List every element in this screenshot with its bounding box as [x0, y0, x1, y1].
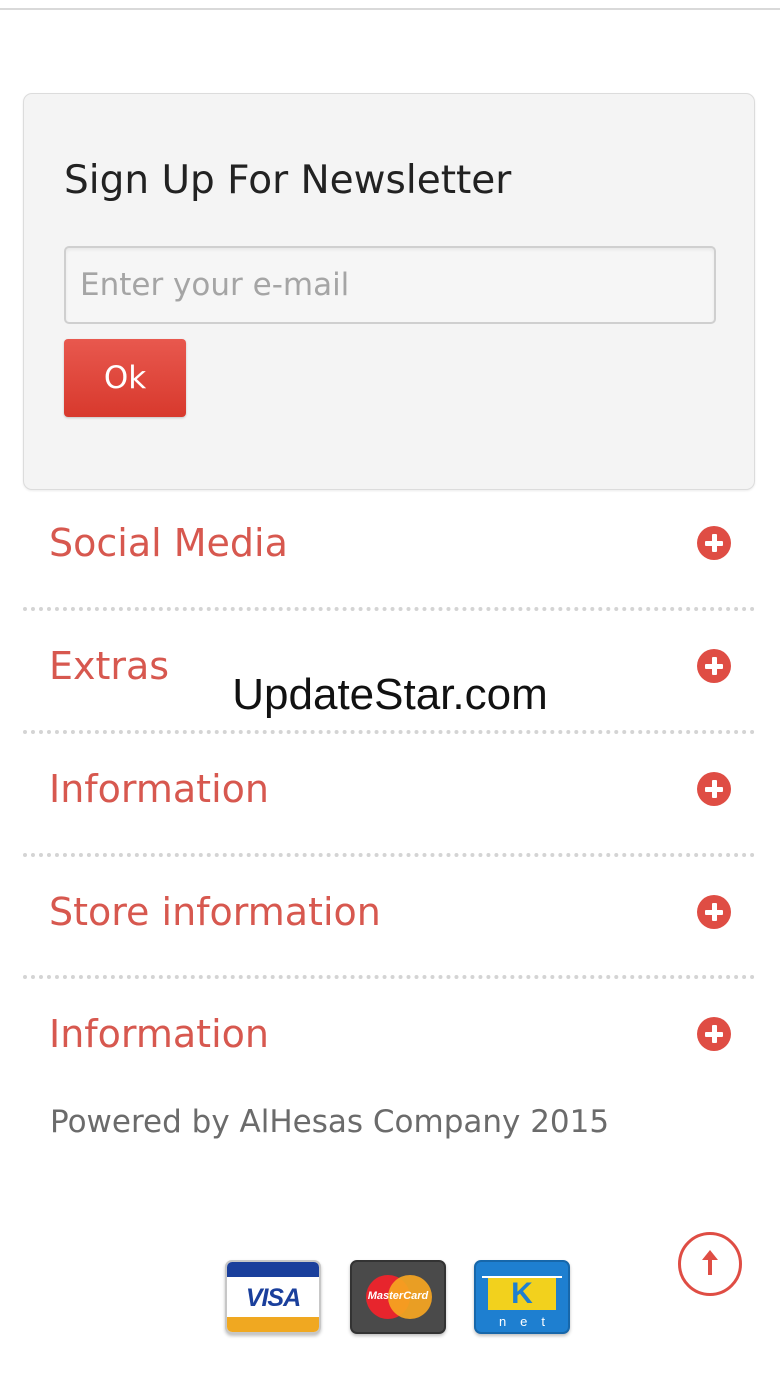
accordion-social-media[interactable]: Social Media	[23, 487, 755, 607]
page: Sign Up For Newsletter Ok Social Media E…	[0, 0, 780, 1387]
accordion-label: Information	[49, 767, 269, 811]
knet-card-icon: K net	[474, 1260, 570, 1334]
plus-circle-icon[interactable]	[697, 895, 731, 929]
accordion-extras[interactable]: Extras	[23, 610, 755, 730]
arrow-up-circle-icon[interactable]	[678, 1232, 742, 1296]
accordion-label: Social Media	[49, 521, 288, 565]
accordion-label: Information	[49, 1012, 269, 1056]
accordion-information-2[interactable]: Information	[23, 978, 755, 1098]
accordion-label: Store information	[49, 890, 381, 934]
top-divider	[0, 8, 780, 10]
plus-circle-icon[interactable]	[697, 526, 731, 560]
accordion-store-information[interactable]: Store information	[23, 856, 755, 976]
newsletter-panel: Sign Up For Newsletter Ok	[23, 93, 755, 490]
email-input[interactable]	[64, 246, 716, 324]
mastercard-icon: MasterCard	[350, 1260, 446, 1334]
powered-by-text: Powered by AlHesas Company 2015	[50, 1104, 610, 1140]
plus-circle-icon[interactable]	[697, 1017, 731, 1051]
visa-card-icon: VISA	[225, 1260, 321, 1334]
plus-circle-icon[interactable]	[697, 772, 731, 806]
accordion-information[interactable]: Information	[23, 733, 755, 853]
newsletter-title: Sign Up For Newsletter	[64, 158, 512, 203]
accordion-label: Extras	[49, 644, 170, 688]
plus-circle-icon[interactable]	[697, 649, 731, 683]
ok-button[interactable]: Ok	[64, 339, 186, 417]
